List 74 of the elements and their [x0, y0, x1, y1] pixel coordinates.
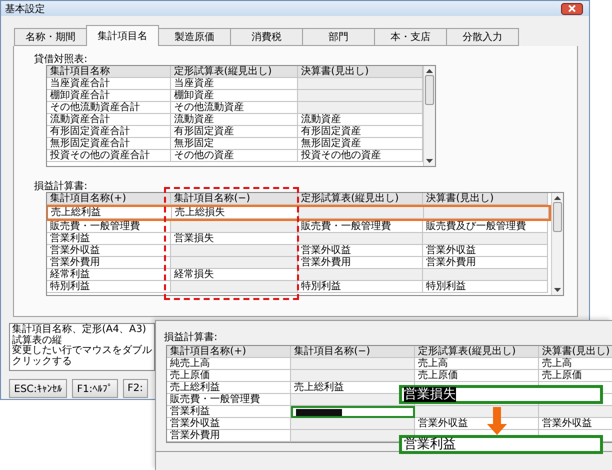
editing-cell[interactable]: [291, 406, 415, 418]
table-row[interactable]: 営業利益 営業損失: [47, 233, 551, 245]
table-row[interactable]: 営業外費用 営業外費用 営業外費用: [47, 257, 551, 269]
window-title: 基本設定: [5, 2, 45, 16]
function-key-button[interactable]: ESC:ｷｬﾝｾﾙ: [9, 379, 68, 398]
scroll-down-icon[interactable]: [426, 159, 433, 164]
scroll-up-icon[interactable]: [426, 68, 433, 73]
table-cell[interactable]: 営業外収益: [423, 245, 548, 257]
section-label: 貸借対照表:: [34, 52, 88, 65]
table-cell[interactable]: 販売費・一般管理費: [47, 221, 171, 233]
callout-text: 営業利益: [404, 437, 456, 452]
tab[interactable]: 分散入力: [446, 28, 519, 46]
scrollbar[interactable]: [551, 193, 563, 295]
text-selection-highlight: [296, 409, 342, 416]
table-cell[interactable]: 特別利益: [423, 281, 548, 293]
section-label: 損益計算書:: [164, 330, 218, 343]
table-row[interactable]: 特別利益 特別利益 特別利益: [47, 281, 551, 293]
table-cell[interactable]: 営業外収益: [415, 418, 539, 430]
table-row[interactable]: 経常利益 経常損失: [47, 269, 551, 281]
column-header[interactable]: 集計項目名称(−): [171, 193, 298, 205]
table-cell[interactable]: 特別利益: [47, 281, 171, 293]
column-header[interactable]: 集計項目名称: [47, 66, 171, 78]
table-cell[interactable]: 営業損失: [171, 233, 298, 245]
scroll-up-icon[interactable]: [554, 195, 561, 200]
scroll-down-icon[interactable]: [554, 288, 561, 293]
table-cell[interactable]: 営業外費用: [298, 257, 423, 269]
table-cell[interactable]: 営業利益: [47, 233, 171, 245]
callout-text: 営業損失: [404, 387, 456, 402]
table-cell[interactable]: 営業外収益: [47, 245, 171, 257]
table-cell[interactable]: 販売費・一般管理費: [298, 221, 423, 233]
table-cell[interactable]: 経常利益: [47, 269, 171, 281]
scrollbar-thumb[interactable]: [553, 202, 562, 232]
column-header[interactable]: 決算書(見出し): [298, 66, 423, 78]
column-header[interactable]: 集計項目名称(+): [167, 346, 291, 358]
tab[interactable]: 本・支店: [374, 28, 447, 46]
close-button[interactable]: [561, 2, 583, 14]
hint-text: 集計項目名称、定形(A4、A3)試算表の縦: [12, 325, 146, 346]
tab[interactable]: 部門: [302, 28, 375, 46]
section-label: 損益計算書:: [34, 180, 88, 192]
column-header[interactable]: 決算書(見出し): [539, 346, 612, 358]
close-icon: [568, 5, 576, 12]
table-cell[interactable]: 営業利益: [167, 406, 291, 418]
table-cell[interactable]: 販売費・一般管理費: [167, 394, 291, 406]
table-cell[interactable]: 営業外収益: [298, 245, 423, 257]
tab[interactable]: 名称・期間: [14, 28, 87, 46]
table-row[interactable]: 販売費・一般管理費 販売費・一般管理費 販売費及び一般管理費: [47, 221, 551, 233]
table-cell[interactable]: 特別利益: [298, 281, 423, 293]
table-cell[interactable]: 営業外収益: [539, 418, 612, 430]
table-cell[interactable]: 売上総利益: [48, 207, 172, 219]
table-cell[interactable]: 営業外費用: [47, 257, 171, 269]
table-cell[interactable]: 売上総利益: [167, 382, 291, 394]
column-header[interactable]: 集計項目名称(+): [47, 193, 171, 205]
scrollbar[interactable]: [423, 66, 435, 166]
table-cell[interactable]: 営業外費用: [423, 257, 548, 269]
function-key-button[interactable]: F2:: [122, 379, 148, 398]
hint-text: 変更したい行でマウスをダブルクリックする: [12, 346, 152, 367]
table-row[interactable]: 営業外収益 営業外収益 営業外収益: [47, 245, 551, 257]
table-cell[interactable]: 売上総損失: [172, 207, 299, 219]
column-header[interactable]: 決算書(見出し): [423, 193, 548, 205]
column-header[interactable]: 集計項目名称(−): [291, 346, 415, 358]
down-arrow-icon: [487, 407, 507, 435]
table-cell[interactable]: 売上原価: [539, 370, 612, 382]
table-cell[interactable]: 営業外費用: [167, 430, 291, 442]
table-row[interactable]: 売上総利益 売上総損失: [47, 205, 551, 221]
table-cell[interactable]: 売上原価: [415, 370, 539, 382]
tab[interactable]: 消費税: [230, 28, 303, 46]
function-key-button[interactable]: F1:ﾍﾙﾌﾟ: [72, 379, 118, 398]
table-cell[interactable]: 販売費及び一般管理費: [423, 221, 548, 233]
tab[interactable]: 集計項目名: [86, 25, 159, 46]
scrollbar-thumb[interactable]: [425, 75, 434, 105]
table-cell[interactable]: 経常損失: [171, 269, 298, 281]
tab[interactable]: 製造原価: [158, 28, 231, 46]
table-cell[interactable]: 営業外収益: [167, 418, 291, 430]
table-cell[interactable]: 売上原価: [167, 370, 291, 382]
